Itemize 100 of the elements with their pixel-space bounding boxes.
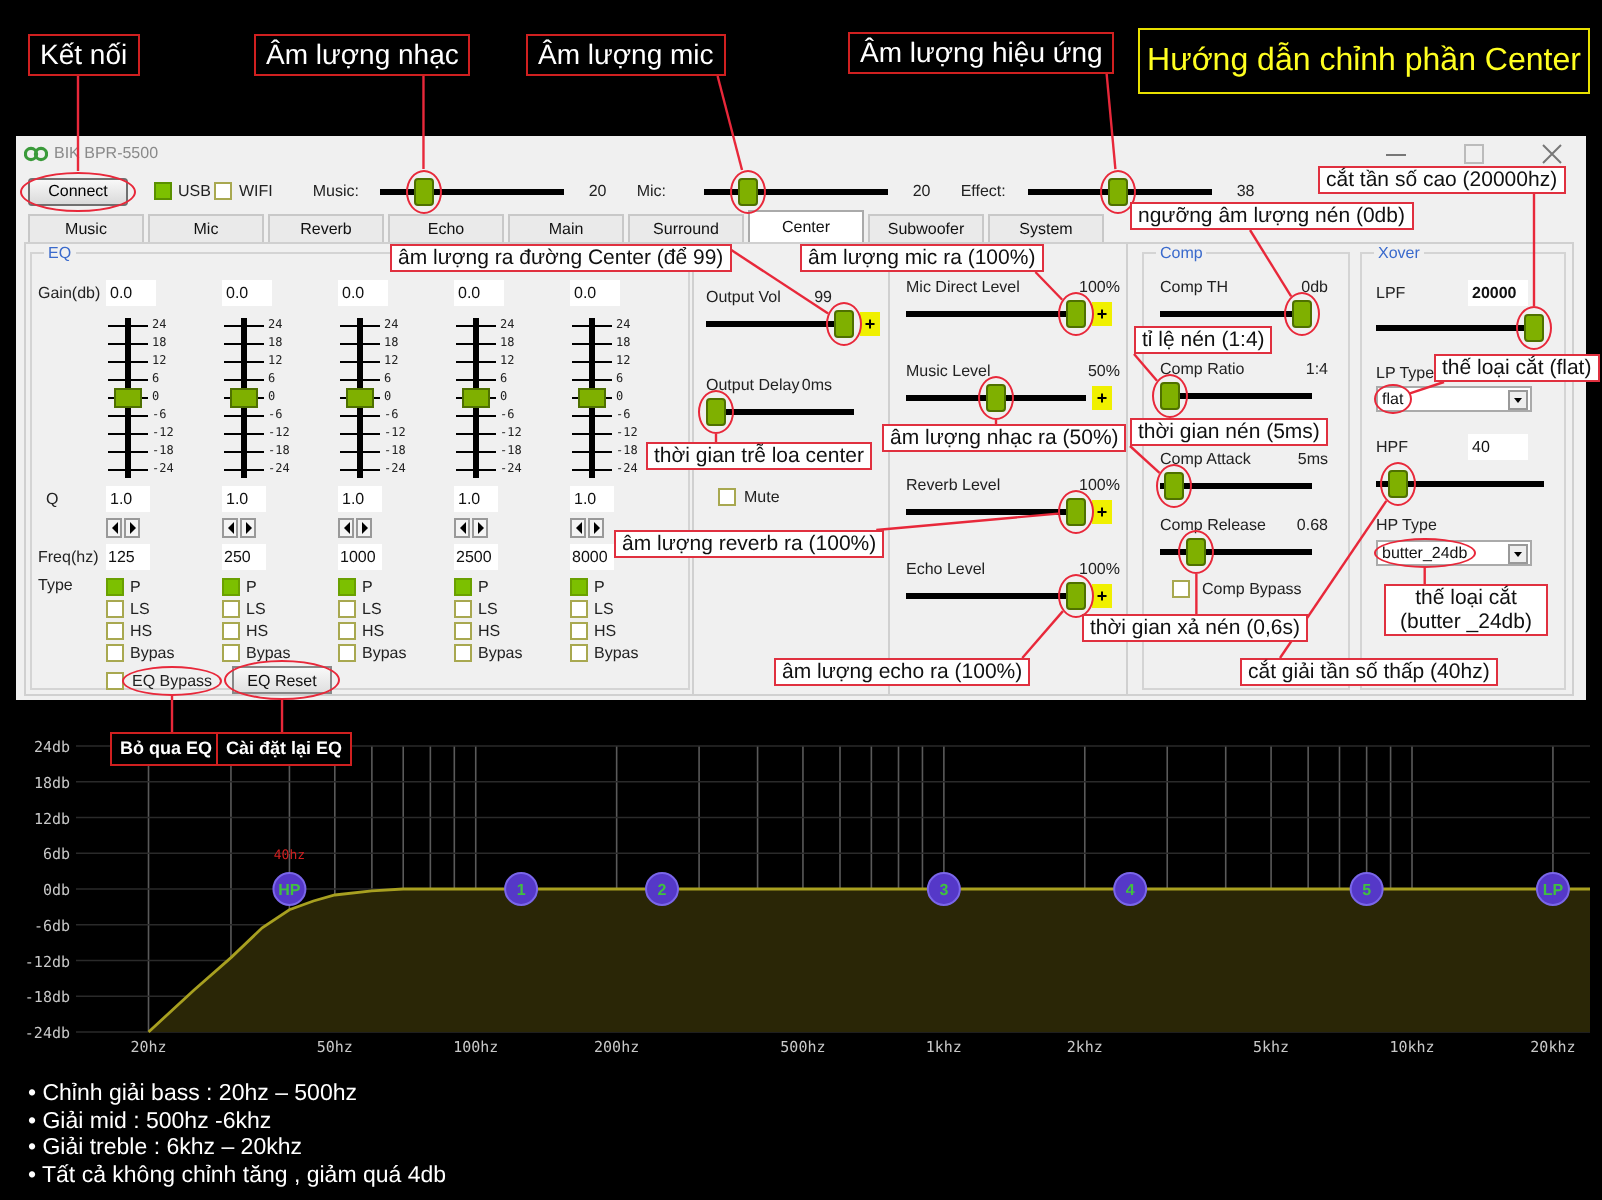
slider-thumb[interactable] bbox=[462, 388, 490, 408]
checkbox[interactable] bbox=[106, 600, 124, 618]
slider-thumb[interactable] bbox=[1387, 470, 1408, 498]
tab[interactable]: Echo bbox=[388, 214, 504, 242]
checkbox[interactable] bbox=[222, 622, 240, 640]
hpf-field[interactable]: 40 bbox=[1468, 434, 1528, 460]
checkbox[interactable] bbox=[570, 622, 588, 640]
spin-right-button[interactable] bbox=[356, 518, 372, 538]
plus-button[interactable]: + bbox=[1092, 302, 1112, 326]
q-field[interactable]: 1.0 bbox=[222, 486, 266, 512]
q-field[interactable]: 1.0 bbox=[570, 486, 614, 512]
spin-right-button[interactable] bbox=[240, 518, 256, 538]
slider-thumb[interactable] bbox=[578, 388, 606, 408]
checkbox[interactable] bbox=[338, 644, 356, 662]
tab[interactable]: System bbox=[988, 214, 1104, 242]
spin-right-button[interactable] bbox=[588, 518, 604, 538]
spin-left-button[interactable] bbox=[222, 518, 238, 538]
checkbox[interactable] bbox=[222, 644, 240, 662]
plus-button[interactable]: + bbox=[1092, 500, 1112, 524]
slider-thumb[interactable] bbox=[346, 388, 374, 408]
checkbox[interactable] bbox=[222, 600, 240, 618]
spin-right-button[interactable] bbox=[472, 518, 488, 538]
spin-left-button[interactable] bbox=[454, 518, 470, 538]
slider-thumb[interactable] bbox=[1107, 177, 1128, 205]
slider-thumb[interactable] bbox=[986, 384, 1006, 412]
checkbox[interactable] bbox=[106, 578, 124, 596]
frequency-field[interactable]: 2500 bbox=[454, 544, 498, 570]
plus-button[interactable]: + bbox=[1092, 584, 1112, 608]
frequency-field[interactable]: 125 bbox=[106, 544, 150, 570]
tab[interactable]: Main bbox=[508, 214, 624, 242]
control-label: Comp Attack bbox=[1160, 450, 1251, 470]
note-line: • Giải treble : 6khz – 20khz bbox=[28, 1136, 304, 1163]
frequency-field[interactable]: 1000 bbox=[338, 544, 382, 570]
slider-thumb[interactable] bbox=[1066, 582, 1086, 610]
lpf-field[interactable]: 20000 bbox=[1468, 280, 1528, 306]
q-field[interactable]: 1.0 bbox=[338, 486, 382, 512]
q-field[interactable]: 1.0 bbox=[106, 486, 150, 512]
checkbox[interactable] bbox=[454, 578, 472, 596]
checkbox[interactable] bbox=[1172, 580, 1190, 598]
tab[interactable]: Surround bbox=[628, 214, 744, 242]
tab[interactable]: Center bbox=[748, 210, 864, 242]
checkbox[interactable] bbox=[570, 600, 588, 618]
tab[interactable]: Music bbox=[28, 214, 144, 242]
plus-button[interactable]: + bbox=[1092, 386, 1112, 410]
frequency-field[interactable]: 8000 bbox=[570, 544, 614, 570]
checkbox[interactable] bbox=[106, 671, 124, 689]
frequency-field[interactable]: 250 bbox=[222, 544, 266, 570]
checkbox[interactable] bbox=[338, 600, 356, 618]
type-label: P bbox=[362, 578, 373, 596]
spin-right-button[interactable] bbox=[124, 518, 140, 538]
lp-type-dropdown[interactable]: flat bbox=[1376, 386, 1532, 412]
slider-thumb[interactable] bbox=[1292, 300, 1312, 328]
checkbox[interactable] bbox=[106, 622, 124, 640]
eq-reset-button[interactable]: EQ Reset bbox=[232, 666, 333, 694]
tab[interactable]: Subwoofer bbox=[868, 214, 984, 242]
checkbox[interactable] bbox=[570, 644, 588, 662]
checkbox[interactable] bbox=[454, 644, 472, 662]
slider-thumb[interactable] bbox=[114, 388, 142, 408]
control-reading: 0.68 bbox=[1296, 516, 1328, 536]
slider-thumb[interactable] bbox=[1524, 314, 1544, 342]
checkbox[interactable] bbox=[338, 622, 356, 640]
gain-field[interactable]: 0.0 bbox=[338, 280, 388, 306]
checkbox[interactable] bbox=[222, 578, 240, 596]
slider-thumb[interactable] bbox=[1066, 300, 1086, 328]
checkbox[interactable] bbox=[338, 578, 356, 596]
gain-field[interactable]: 0.0 bbox=[106, 280, 156, 306]
gain-field[interactable]: 0.0 bbox=[570, 280, 620, 306]
gain-field[interactable]: 0.0 bbox=[454, 280, 504, 306]
slider-thumb[interactable] bbox=[706, 398, 726, 426]
slider-thumb[interactable] bbox=[1160, 382, 1180, 410]
checkbox[interactable] bbox=[454, 622, 472, 640]
slider-thumb[interactable] bbox=[834, 310, 854, 338]
control-reading: 100% bbox=[1079, 278, 1120, 298]
gain-field[interactable]: 0.0 bbox=[222, 280, 272, 306]
slider-thumb[interactable] bbox=[1163, 472, 1184, 500]
checkbox[interactable] bbox=[570, 578, 588, 596]
spin-left-button[interactable] bbox=[106, 518, 122, 538]
slider-thumb[interactable] bbox=[1186, 538, 1207, 566]
spin-left-button[interactable] bbox=[570, 518, 586, 538]
checkbox[interactable] bbox=[214, 182, 233, 200]
eq-bypass-label[interactable]: EQ Bypass bbox=[130, 671, 215, 689]
slider-thumb[interactable] bbox=[737, 177, 758, 205]
checkbox[interactable] bbox=[106, 644, 124, 662]
control-label: Output Vol bbox=[706, 288, 781, 308]
connect-button[interactable]: Connect bbox=[28, 177, 128, 205]
checkbox[interactable] bbox=[454, 600, 472, 618]
q-field[interactable]: 1.0 bbox=[454, 486, 498, 512]
slider-thumb[interactable] bbox=[1066, 498, 1086, 526]
hp-type-dropdown[interactable]: butter_24db bbox=[1376, 540, 1532, 566]
tab[interactable]: Reverb bbox=[268, 214, 384, 242]
plus-button[interactable]: + bbox=[860, 312, 880, 336]
checkbox[interactable] bbox=[718, 488, 736, 506]
maximize-icon[interactable] bbox=[1464, 143, 1484, 163]
spin-left-button[interactable] bbox=[338, 518, 354, 538]
slider-thumb[interactable] bbox=[230, 388, 258, 408]
close-icon[interactable] bbox=[1542, 143, 1562, 163]
slider-thumb[interactable] bbox=[413, 177, 434, 205]
control-label: Comp TH bbox=[1160, 278, 1229, 298]
tab[interactable]: Mic bbox=[148, 214, 264, 242]
leader-line bbox=[1129, 445, 1161, 474]
